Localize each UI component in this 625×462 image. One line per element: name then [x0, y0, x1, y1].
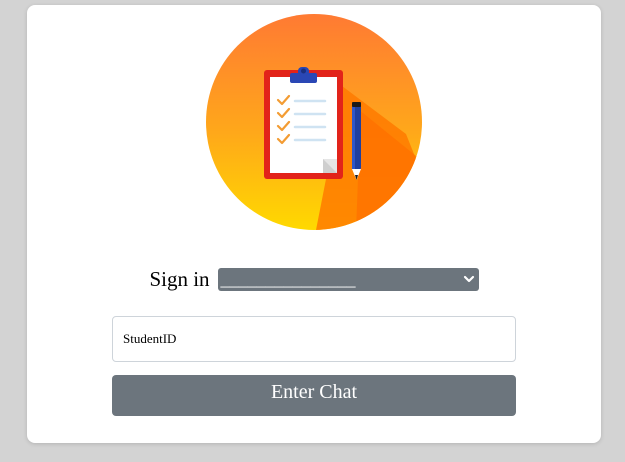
- sign-in-label: Sign in: [149, 267, 210, 291]
- chevron-down-icon: [463, 275, 474, 283]
- student-id-input[interactable]: [112, 316, 516, 362]
- clipboard-logo-icon: [206, 14, 422, 230]
- sign-in-select[interactable]: _______________: [217, 268, 479, 291]
- enter-chat-button[interactable]: Enter Chat: [112, 375, 516, 416]
- login-card: Sign in _______________ Enter Chat: [27, 5, 601, 443]
- sign-in-select-value: _______________: [220, 269, 356, 289]
- sign-in-row: Sign in _______________: [27, 267, 601, 292]
